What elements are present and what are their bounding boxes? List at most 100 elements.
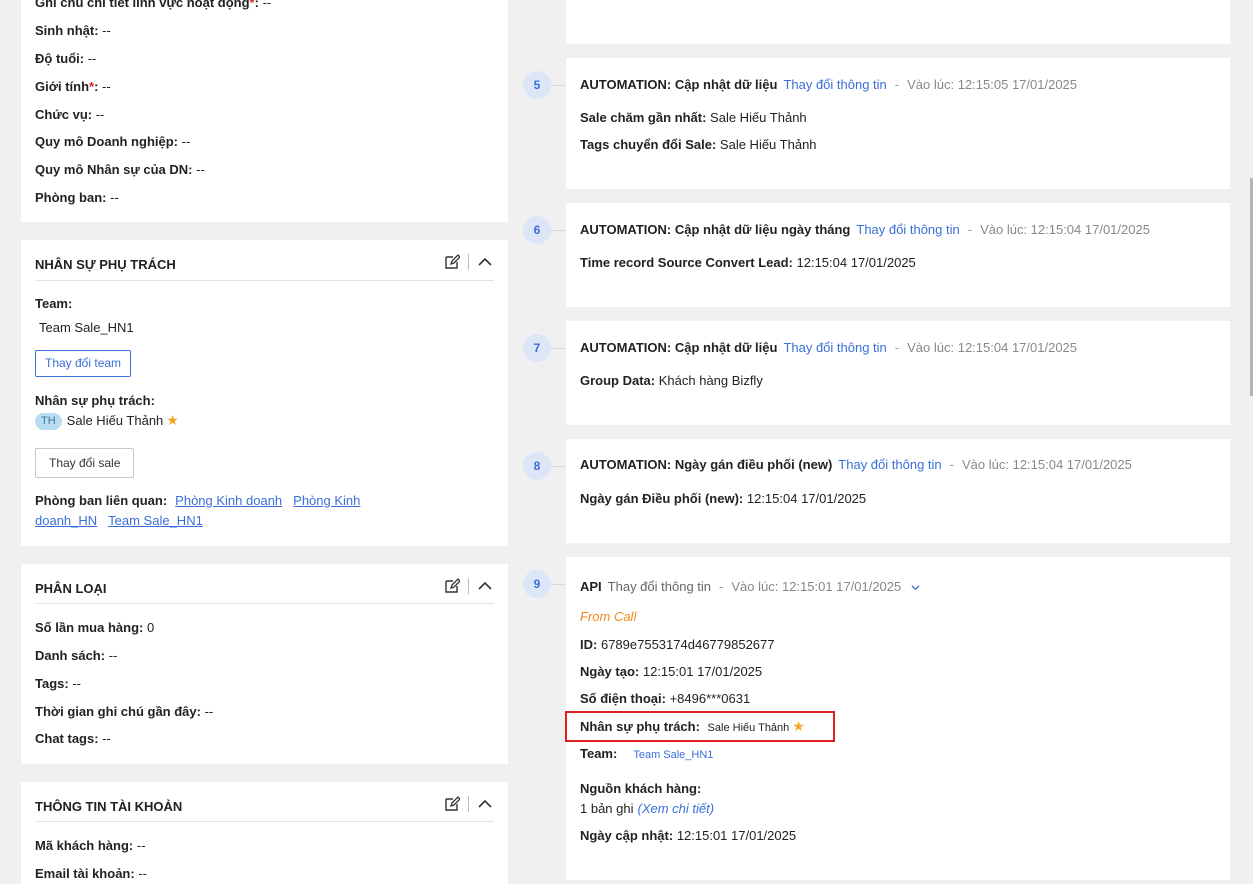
field-staff-size: Quy mô Nhân sự của DN: -- bbox=[35, 162, 205, 177]
field-last-note-time: Thời gian ghi chú gần đây: -- bbox=[35, 704, 214, 719]
chevron-up-icon[interactable] bbox=[476, 253, 494, 271]
entry-action: AUTOMATION: Ngày gán điều phối (new) bbox=[580, 457, 833, 472]
related-departments: Phòng ban liên quan: Phòng Kinh doanh Phòn… bbox=[35, 493, 361, 528]
api-field-updated: Ngày cập nhật: 12:15:01 17/01/2025 bbox=[580, 828, 797, 843]
source-label: From Call bbox=[580, 609, 637, 624]
entry-header: AUTOMATION: Cập nhật dữ liệu Thay đổi thô… bbox=[580, 340, 1078, 355]
entry-field: Group Data: Khách hàng Bizfly bbox=[580, 373, 763, 388]
staff-section-title: NHÂN SỰ PHỤ TRÁCH bbox=[35, 257, 176, 272]
entry-header: AUTOMATION: Ngày gán điều phối (new) Thay… bbox=[580, 457, 1132, 472]
timeline-connector bbox=[551, 230, 566, 231]
timeline-step: 6 bbox=[523, 216, 551, 244]
change-sale-button[interactable]: Thay đổi sale bbox=[35, 448, 135, 478]
entry-change-link[interactable]: Thay đổi thông tin bbox=[783, 77, 886, 92]
field-activity-note: Ghi chú chi tiết lĩnh vực hoạt động*: -- bbox=[35, 0, 272, 10]
field-purchase-count: Số lần mua hàng: 0 bbox=[35, 620, 155, 635]
entry-change-link[interactable]: Thay đổi thông tin bbox=[838, 457, 941, 472]
field-department: Phòng ban: -- bbox=[35, 190, 119, 205]
dept-link-team-sale-hn1[interactable]: Team Sale_HN1 bbox=[108, 513, 203, 528]
api-field-team: Team: Team Sale_HN1 bbox=[580, 746, 714, 761]
entry-field: Time record Source Convert Lead: 12:15:0… bbox=[580, 255, 916, 270]
timeline-step: 8 bbox=[523, 452, 551, 480]
field-customer-code: Mã khách hàng: -- bbox=[35, 838, 146, 853]
account-section-title: THÔNG TIN TÀI KHOẢN bbox=[35, 799, 183, 814]
timeline-connector bbox=[551, 85, 566, 86]
owner-name: Sale Hiếu Thảnh bbox=[66, 413, 164, 428]
owner-label: Nhân sự phụ trách: bbox=[35, 393, 155, 408]
dept-link-kinh-doanh[interactable]: Phòng Kinh doanh bbox=[175, 493, 282, 508]
change-team-button[interactable]: Thay đổi team bbox=[35, 350, 132, 377]
timeline-connector bbox=[551, 466, 566, 467]
edit-icon[interactable] bbox=[443, 253, 461, 271]
entry-field: Sale chăm gần nhất: Sale Hiếu Thảnh bbox=[580, 110, 807, 125]
entry-change-link[interactable]: Thay đổi thông tin bbox=[783, 340, 886, 355]
api-field-created: Ngày tạo: 12:15:01 17/01/2025 bbox=[580, 664, 763, 679]
staff-section-tools bbox=[443, 253, 494, 271]
entry-change-link[interactable]: Thay đổi thông tin bbox=[856, 222, 959, 237]
section-divider bbox=[35, 603, 494, 604]
entry-change-label: Thay đổi thông tin bbox=[607, 579, 712, 594]
api-field-origin-label: Nguồn khách hàng: bbox=[580, 781, 702, 796]
field-list: Danh sách: -- bbox=[35, 648, 118, 663]
entry-time: Vào lúc: 12:15:05 17/01/2025 bbox=[907, 77, 1078, 92]
team-value: Team Sale_HN1 bbox=[39, 320, 134, 335]
timeline-entry: AUTOMATION: Ngày gán điều phối (new) Thay… bbox=[566, 439, 1230, 543]
entry-header: AUTOMATION: Cập nhật dữ liệu ngày tháng T… bbox=[580, 222, 1150, 237]
timeline-step: 9 bbox=[523, 570, 551, 598]
field-gender: Giới tính*: -- bbox=[35, 79, 111, 94]
tool-divider bbox=[468, 254, 469, 270]
highlight-box bbox=[565, 711, 835, 742]
entry-action: AUTOMATION: Cập nhật dữ liệu bbox=[580, 77, 778, 92]
classify-section-title: PHÂN LOẠI bbox=[35, 581, 107, 596]
entry-action: AUTOMATION: Cập nhật dữ liệu ngày tháng bbox=[580, 222, 851, 237]
field-position: Chức vụ: -- bbox=[35, 107, 105, 122]
timeline-step: 7 bbox=[523, 334, 551, 362]
entry-field: Tags chuyển đổi Sale: Sale Hiếu Thảnh bbox=[580, 137, 817, 152]
tool-divider bbox=[468, 796, 469, 812]
timeline-entry: AUTOMATION: Cập nhật dữ liệu Thay đổi thô… bbox=[566, 321, 1230, 425]
owner-row: TH Sale Hiếu Thảnh ★ bbox=[35, 412, 179, 431]
timeline-entry: AUTOMATION: Cập nhật dữ liệu ngày tháng T… bbox=[566, 203, 1230, 307]
entry-header[interactable]: API Thay đổi thông tin - Vào lúc: 12:15:01 … bbox=[580, 579, 920, 595]
edit-icon[interactable] bbox=[443, 795, 461, 813]
timeline-connector bbox=[551, 584, 566, 585]
entry-field: Ngày gán Điều phối (new): 12:15:04 17/01… bbox=[580, 491, 867, 506]
general-info-card: Ghi chú chi tiết lĩnh vực hoạt động*: --… bbox=[21, 0, 508, 222]
field-tags: Tags: -- bbox=[35, 676, 82, 691]
entry-time: Vào lúc: 12:15:01 17/01/2025 bbox=[731, 579, 902, 594]
entry-time: Vào lúc: 12:15:04 17/01/2025 bbox=[980, 222, 1150, 237]
entry-header: AUTOMATION: Cập nhật dữ liệu Thay đổi thô… bbox=[580, 77, 1078, 92]
avatar: TH bbox=[35, 413, 62, 431]
section-divider bbox=[35, 821, 494, 822]
api-field-origin-value: 1 bản ghi (Xem chi tiết) bbox=[580, 801, 715, 816]
team-link[interactable]: Team Sale_HN1 bbox=[633, 749, 713, 761]
field-company-size: Quy mô Doanh nghiệp: -- bbox=[35, 134, 191, 149]
entry-time: Vào lúc: 12:15:04 17/01/2025 bbox=[907, 340, 1078, 355]
account-card: THÔNG TIN TÀI KHOẢN Mã khách hàng: -- Em… bbox=[21, 782, 508, 884]
entry-action: AUTOMATION: Cập nhật dữ liệu bbox=[580, 340, 778, 355]
chevron-up-icon[interactable] bbox=[476, 577, 494, 595]
account-section-tools bbox=[443, 795, 494, 813]
timeline-entry: AUTOMATION: Cập nhật dữ liệu Thay đổi thô… bbox=[566, 58, 1230, 189]
edit-icon[interactable] bbox=[443, 577, 461, 595]
tool-divider bbox=[468, 578, 469, 594]
classify-card: PHÂN LOẠI Số lần mua hàng: 0 Danh sách: … bbox=[21, 564, 508, 764]
entry-action: API bbox=[580, 579, 602, 594]
field-age: Độ tuổi: -- bbox=[35, 51, 97, 66]
field-account-email: Email tài khoản: -- bbox=[35, 866, 147, 881]
timeline-connector bbox=[551, 348, 566, 349]
staff-card: NHÂN SỰ PHỤ TRÁCH Team: Team Sale_HN1 Th… bbox=[21, 240, 508, 546]
timeline-card-top bbox=[566, 0, 1230, 44]
entry-time: Vào lúc: 12:15:04 17/01/2025 bbox=[962, 457, 1132, 472]
see-detail-link[interactable]: (Xem chi tiết) bbox=[638, 801, 715, 816]
api-field-phone: Số điện thoại: +8496***0631 bbox=[580, 691, 751, 706]
star-icon: ★ bbox=[166, 412, 179, 428]
chevron-down-icon[interactable] bbox=[911, 580, 920, 595]
classify-section-tools bbox=[443, 577, 494, 595]
api-field-id: ID: 6789e7553174d46779852677 bbox=[580, 637, 775, 652]
section-divider bbox=[35, 280, 494, 281]
chevron-up-icon[interactable] bbox=[476, 795, 494, 813]
team-label: Team: bbox=[35, 296, 73, 311]
field-chat-tags: Chat tags: -- bbox=[35, 731, 111, 746]
timeline-step: 5 bbox=[523, 71, 551, 99]
